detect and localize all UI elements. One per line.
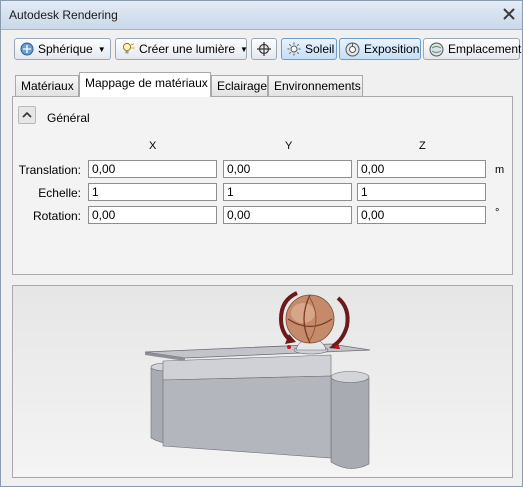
rotation-unit: °	[495, 207, 500, 219]
sun-icon	[287, 42, 301, 56]
exposure-icon	[345, 42, 360, 56]
column-header-z: Z	[419, 140, 426, 152]
collapse-section-button[interactable]	[18, 106, 36, 124]
tab-environnements[interactable]: Environnements	[268, 75, 363, 96]
close-icon[interactable]	[502, 7, 516, 21]
light-bulb-icon	[122, 42, 135, 54]
echelle-x-input[interactable]	[88, 183, 217, 201]
translation-z-input[interactable]	[357, 160, 486, 178]
echelle-z-input[interactable]	[357, 183, 486, 201]
rotate-right-arrow-icon	[331, 296, 350, 348]
soleil-button[interactable]: Soleil	[281, 38, 337, 60]
exposition-label: Exposition	[364, 42, 420, 56]
chevron-up-icon	[22, 111, 32, 118]
rotation-z-input[interactable]	[357, 206, 486, 224]
general-panel: Général X Y Z Translation: m Echelle: Ro…	[12, 96, 513, 275]
rotation-x-input[interactable]	[88, 206, 217, 224]
creer-lumiere-button[interactable]: Créer une lumière ▼	[115, 38, 248, 60]
emplacement-label: Emplacement	[448, 42, 522, 56]
translation-y-input[interactable]	[223, 160, 352, 178]
creer-lumiere-label: Créer une lumière	[139, 42, 236, 56]
window-title: Autodesk Rendering	[9, 8, 118, 22]
soleil-label: Soleil	[305, 42, 335, 56]
tab-mappage-de-materiaux[interactable]: Mappage de matériaux	[79, 72, 211, 97]
preview-scene	[144, 291, 371, 469]
column-header-x: X	[149, 140, 157, 152]
crosshair-icon	[257, 42, 271, 56]
translation-label: Translation:	[18, 163, 81, 177]
preview-right-cylinder	[330, 375, 370, 469]
light-position-button[interactable]	[251, 38, 277, 60]
translation-unit: m	[495, 164, 505, 176]
spherique-label: Sphérique	[38, 42, 93, 56]
preview-box-top	[162, 354, 332, 381]
title-bar: Autodesk Rendering	[1, 1, 522, 30]
chevron-down-icon: ▼	[240, 44, 248, 54]
rendering-window: Autodesk Rendering Sphérique ▼ Créer une…	[0, 0, 523, 487]
exposition-button[interactable]: Exposition	[339, 38, 421, 60]
globe-location-icon	[429, 42, 444, 56]
spherical-view-icon	[20, 42, 34, 56]
chevron-down-icon: ▼	[97, 44, 106, 54]
translation-x-input[interactable]	[88, 160, 217, 178]
column-header-y: Y	[285, 140, 293, 152]
rotation-y-input[interactable]	[223, 206, 352, 224]
emplacement-button[interactable]: Emplacement	[423, 38, 522, 60]
echelle-label: Echelle:	[38, 186, 81, 200]
material-preview-viewport[interactable]	[12, 285, 513, 478]
tab-materiaux[interactable]: Matériaux	[15, 75, 79, 96]
preview-box-front	[162, 375, 332, 459]
rotation-label: Rotation:	[32, 209, 81, 223]
section-title: Général	[47, 111, 90, 125]
spherique-button[interactable]: Sphérique ▼	[14, 38, 111, 60]
tab-eclairage[interactable]: Eclairage	[211, 75, 268, 96]
echelle-y-input[interactable]	[223, 183, 352, 201]
